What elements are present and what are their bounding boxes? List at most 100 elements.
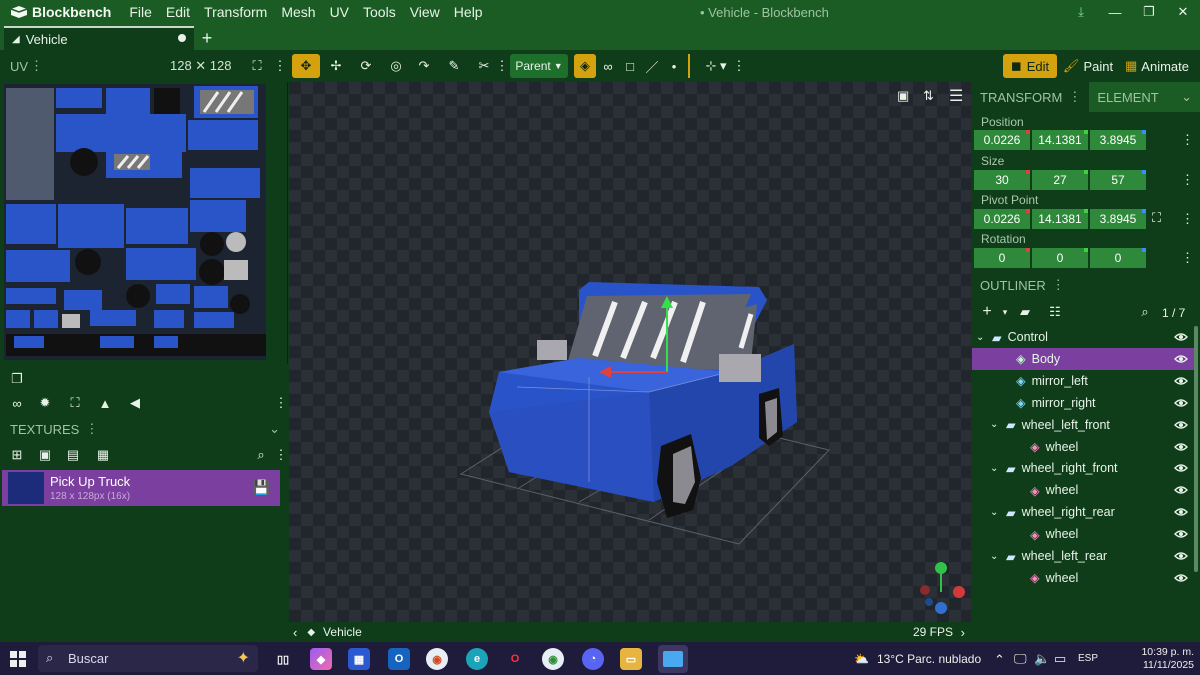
mode-edit-button[interactable]: ◼ Edit bbox=[1003, 54, 1057, 78]
edge-select-icon[interactable]: ∞ bbox=[598, 54, 618, 78]
tab-element[interactable]: ELEMENT ⌄ bbox=[1089, 82, 1200, 112]
outliner-group[interactable]: ⌄ ▰ wheel_right_front bbox=[972, 457, 1194, 479]
menu-help[interactable]: Help bbox=[454, 4, 483, 20]
import-texture-icon[interactable]: ▣ bbox=[36, 446, 54, 464]
chrome-alt-app-icon[interactable]: ◉ bbox=[426, 648, 448, 670]
store-app-icon[interactable]: ▦ bbox=[348, 648, 370, 670]
minimize-button[interactable]: — bbox=[1098, 0, 1132, 24]
maximize-button[interactable]: ❐ bbox=[1132, 0, 1166, 24]
size-options-icon[interactable]: ⋮ bbox=[1181, 172, 1194, 188]
visibility-eye-icon[interactable] bbox=[1174, 330, 1188, 344]
size-y-field[interactable]: 27 bbox=[1032, 170, 1088, 190]
file-explorer-app-icon[interactable]: ▭ bbox=[620, 648, 642, 670]
move-tool-icon[interactable]: ✥ bbox=[292, 54, 320, 78]
face-select-icon[interactable]: □ bbox=[620, 54, 640, 78]
chevron-down-icon[interactable]: ⌄ bbox=[976, 332, 988, 343]
visibility-eye-icon[interactable] bbox=[1174, 418, 1188, 432]
outliner-group[interactable]: ⌄ ▰ wheel_right_rear bbox=[972, 501, 1194, 523]
rotation-x-field[interactable]: 0 bbox=[974, 248, 1030, 268]
menu-mesh[interactable]: Mesh bbox=[281, 4, 315, 20]
windows-start-icon[interactable] bbox=[10, 651, 26, 667]
outliner-element[interactable]: ◈ mirror_right bbox=[972, 392, 1194, 414]
grid-icon[interactable]: ▦ bbox=[94, 446, 112, 464]
pivot-options-icon[interactable]: ⋮ bbox=[1181, 211, 1194, 227]
center-pivot-icon[interactable]: ⛶ bbox=[1152, 210, 1161, 226]
collapse-icon[interactable]: ⌄ bbox=[269, 421, 280, 437]
chevron-down-icon[interactable]: ⌄ bbox=[990, 419, 1002, 430]
pivot-y-field[interactable]: 14.1381 bbox=[1032, 209, 1088, 229]
size-z-field[interactable]: 57 bbox=[1090, 170, 1146, 190]
outliner-element[interactable]: ◈ wheel bbox=[972, 479, 1194, 501]
rotation-y-field[interactable]: 0 bbox=[1032, 248, 1088, 268]
chevron-down-icon[interactable]: ⌄ bbox=[990, 463, 1002, 474]
outliner-menu-icon[interactable]: ⋮ bbox=[1052, 277, 1065, 293]
image-icon[interactable]: ▤ bbox=[64, 446, 82, 464]
line-select-icon[interactable]: ／ bbox=[642, 54, 662, 78]
outliner-element[interactable]: ◈ wheel bbox=[972, 567, 1194, 589]
size-x-field[interactable]: 30 bbox=[974, 170, 1030, 190]
mirror-h-icon[interactable]: ◀ bbox=[126, 394, 144, 412]
mirror-options-icon[interactable]: ⋮ bbox=[733, 54, 746, 78]
mode-animate-button[interactable]: ▦ Animate bbox=[1122, 54, 1192, 78]
fullscreen-icon[interactable]: ⛶ bbox=[248, 54, 266, 78]
panel-collapse-icon[interactable]: ⌄ bbox=[1181, 89, 1192, 105]
car-model[interactable] bbox=[289, 82, 971, 622]
outliner-element[interactable]: ◈ wheel bbox=[972, 523, 1194, 545]
rotation-z-field[interactable]: 0 bbox=[1090, 248, 1146, 268]
menu-uv[interactable]: UV bbox=[330, 4, 349, 20]
clock[interactable]: 10:39 p. m. 11/11/2025 bbox=[1141, 646, 1194, 672]
visibility-eye-icon[interactable] bbox=[1174, 527, 1188, 541]
uv-texture-map[interactable] bbox=[4, 84, 266, 360]
weather-widget[interactable]: ⛅ 13°C Parc. nublado bbox=[854, 652, 981, 666]
network-icon[interactable]: 🖵 bbox=[1014, 651, 1027, 667]
pivot-z-field[interactable]: 3.8945 bbox=[1090, 209, 1146, 229]
outliner-search-icon[interactable]: ⌕ bbox=[1136, 303, 1154, 321]
visibility-eye-icon[interactable] bbox=[1174, 549, 1188, 563]
position-z-field[interactable]: 3.8945 bbox=[1090, 130, 1146, 150]
texture-item[interactable]: Pick Up Truck 128 x 128px (16x) 💾 bbox=[2, 470, 280, 506]
outliner-element[interactable]: ◈ mirror_left bbox=[972, 370, 1194, 392]
visibility-eye-icon[interactable] bbox=[1174, 505, 1188, 519]
search-icon[interactable]: ⌕ bbox=[252, 446, 270, 464]
task-view-icon[interactable]: ▯▯ bbox=[272, 648, 294, 670]
outlook-app-icon[interactable]: O bbox=[388, 648, 410, 670]
visibility-eye-icon[interactable] bbox=[1174, 374, 1188, 388]
blockbench-taskbar-icon[interactable] bbox=[658, 645, 688, 673]
uv-focus-icon[interactable]: ⛶ bbox=[66, 394, 84, 412]
copy-icon[interactable]: ❐ bbox=[8, 370, 26, 388]
knife-tool-icon[interactable]: ✂ bbox=[474, 54, 494, 78]
vertex-select-icon[interactable]: • bbox=[664, 54, 684, 78]
new-folder-icon[interactable]: ▰ bbox=[1016, 303, 1034, 321]
outliner-scrollbar[interactable] bbox=[1194, 326, 1198, 572]
new-tab-button[interactable]: + bbox=[194, 26, 220, 50]
vertex-snap-icon[interactable]: ↷ bbox=[414, 54, 434, 78]
axis-orientation-widget[interactable] bbox=[920, 562, 965, 614]
mesh-select-icon[interactable]: ◈ bbox=[574, 54, 596, 78]
outliner-element[interactable]: ◈ Body bbox=[972, 347, 1194, 370]
menu-transform[interactable]: Transform bbox=[204, 4, 267, 20]
tool-options-icon[interactable]: ⋮ bbox=[496, 54, 509, 78]
menu-tools[interactable]: Tools bbox=[363, 4, 396, 20]
language-indicator[interactable]: ESP bbox=[1078, 653, 1098, 664]
uv-menu-icon[interactable]: ⋮ bbox=[30, 54, 43, 78]
tab-transform[interactable]: TRANSFORM ⋮ bbox=[972, 82, 1090, 112]
outliner-group[interactable]: ⌄ ▰ Control bbox=[972, 326, 1194, 348]
add-texture-icon[interactable]: ⊞ bbox=[8, 446, 26, 464]
mode-paint-button[interactable]: 🖌 Paint bbox=[1062, 54, 1114, 78]
discord-app-icon[interactable]: ◔ bbox=[582, 648, 604, 670]
texture-options-icon[interactable]: ⋮ bbox=[272, 446, 290, 464]
3d-viewport[interactable]: ▣ ⇅ ☰ bbox=[289, 82, 971, 622]
rotate-tool-icon[interactable]: ⟳ bbox=[356, 54, 376, 78]
uv-options-icon[interactable]: ⋮ bbox=[274, 54, 287, 78]
close-button[interactable]: ✕ bbox=[1166, 0, 1200, 24]
chevron-right-icon[interactable]: › bbox=[961, 625, 965, 640]
chevron-down-icon[interactable]: ⌄ bbox=[990, 551, 1002, 562]
brush-tool-icon[interactable]: ✎ bbox=[444, 54, 464, 78]
menu-edit[interactable]: Edit bbox=[166, 4, 190, 20]
visibility-eye-icon[interactable] bbox=[1174, 571, 1188, 585]
pivot-x-field[interactable]: 0.0226 bbox=[974, 209, 1030, 229]
position-y-field[interactable]: 14.1381 bbox=[1032, 130, 1088, 150]
battery-icon[interactable]: ▭ bbox=[1054, 651, 1066, 667]
chrome-app-icon[interactable]: ◉ bbox=[542, 648, 564, 670]
transform-space-select[interactable]: Parent ▼ bbox=[510, 54, 568, 78]
